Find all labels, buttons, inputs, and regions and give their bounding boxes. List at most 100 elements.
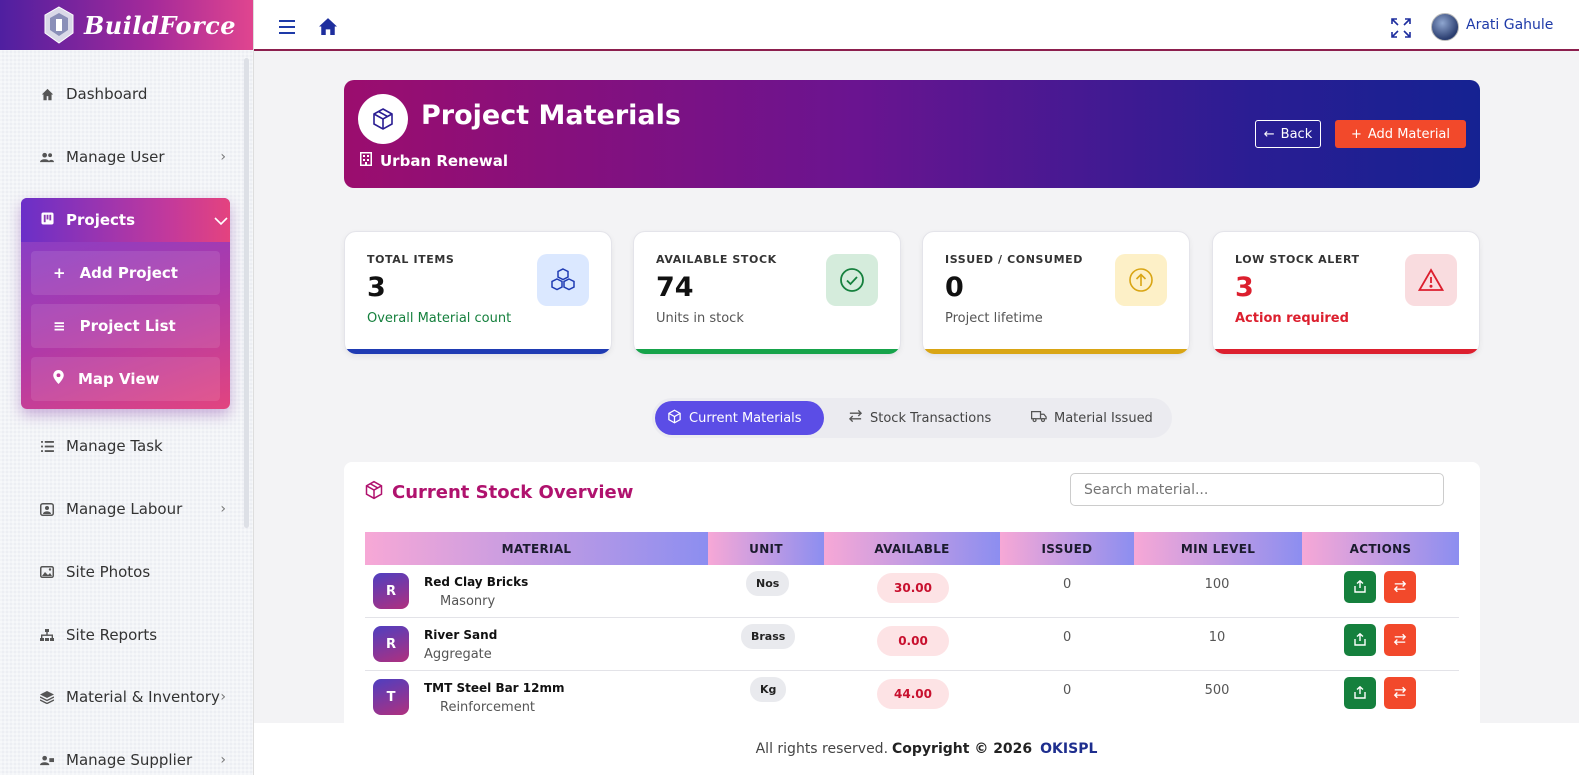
panel-title-text: Current Stock Overview [392, 482, 634, 503]
tab-stock-transactions[interactable]: Stock Transactions [836, 401, 1003, 435]
sidebar-item-label: Site Reports [66, 626, 158, 644]
stat-label: TOTAL ITEMS [367, 253, 455, 266]
stat-card-low-stock: LOW STOCK ALERT 3 Action required [1212, 231, 1480, 355]
sidebar-item-manage-supplier[interactable]: Manage Supplier › [40, 751, 230, 769]
table-row: T TMT Steel Bar 12mm Reinforcement Kg 44… [365, 671, 1459, 724]
brand-header[interactable]: BuildForce [0, 0, 253, 50]
sidebar-item-material-inventory[interactable]: Material & Inventory › [40, 688, 230, 706]
min-level-value: 10 [1208, 630, 1226, 645]
sidebar-subitem-map-view[interactable]: Map View [31, 357, 220, 401]
warning-icon [1405, 254, 1457, 306]
tab-label: Material Issued [1054, 410, 1153, 426]
col-header-issued[interactable]: ISSUED [1000, 532, 1134, 565]
chevron-right-icon: › [220, 752, 226, 768]
sidebar-item-site-photos[interactable]: Site Photos [40, 563, 230, 581]
transfer-button[interactable] [1384, 677, 1416, 709]
sidebar-item-label: Material & Inventory [66, 688, 220, 706]
tab-label: Stock Transactions [870, 410, 992, 426]
material-avatar: T [373, 679, 409, 715]
swap-icon [1393, 684, 1407, 703]
sidebar-item-manage-labour[interactable]: Manage Labour › [40, 500, 230, 518]
projects-menu-expanded: Projects + Add Project ≡ Project List Ma… [21, 198, 230, 409]
issue-button[interactable] [1344, 624, 1376, 656]
sidebar-item-label: Manage Labour [66, 500, 183, 518]
sidebar-item-projects[interactable]: Projects [21, 198, 230, 242]
sidebar-subitem-add-project[interactable]: + Add Project [31, 251, 220, 295]
check-circle-icon [826, 254, 878, 306]
col-header-material[interactable]: MATERIAL [365, 532, 708, 565]
sidebar-item-site-reports[interactable]: Site Reports [40, 626, 230, 644]
unit-badge: Nos [746, 571, 790, 596]
footer-copyright: Copyright © 2026 [892, 741, 1033, 757]
footer-text: All rights reserved. [755, 741, 889, 757]
stat-accent-bar [345, 349, 611, 354]
image-icon [40, 565, 54, 579]
col-header-min-level[interactable]: MIN LEVEL [1134, 532, 1302, 565]
issue-button[interactable] [1344, 677, 1376, 709]
sidebar-subitem-label: Add Project [79, 264, 178, 282]
transfer-button[interactable] [1384, 624, 1416, 656]
sidebar-item-dashboard[interactable]: Dashboard [40, 85, 230, 103]
sidebar-subitem-label: Project List [79, 317, 176, 335]
list-icon [40, 439, 54, 453]
material-avatar: R [373, 626, 409, 662]
material-category: Aggregate [424, 647, 492, 662]
table-header: MATERIAL UNIT AVAILABLE ISSUED MIN LEVEL… [365, 532, 1459, 565]
box-icon [364, 480, 384, 505]
sitemap-icon [40, 628, 54, 642]
issued-value: 0 [1063, 630, 1072, 645]
project-name: Urban Renewal [360, 152, 508, 170]
brand-name: BuildForce [84, 10, 237, 40]
col-header-unit[interactable]: UNIT [708, 532, 824, 565]
material-name: River Sand [424, 628, 498, 642]
stat-card-issued-consumed: ISSUED / CONSUMED 0 Project lifetime [922, 231, 1190, 355]
swap-icon [848, 409, 863, 427]
project-name-text: Urban Renewal [380, 152, 509, 170]
min-level-value: 500 [1204, 683, 1230, 698]
sidebar-subitem-project-list[interactable]: ≡ Project List [31, 304, 220, 348]
box-icon [667, 409, 682, 428]
stat-accent-bar [923, 349, 1189, 354]
stat-label: AVAILABLE STOCK [656, 253, 777, 266]
back-button[interactable]: ← Back [1255, 120, 1321, 148]
sidebar: BuildForce Dashboard Manage User › Proje… [0, 0, 254, 775]
transfer-button[interactable] [1384, 571, 1416, 603]
sidebar-item-manage-user[interactable]: Manage User › [40, 148, 230, 166]
issue-button[interactable] [1344, 571, 1376, 603]
material-category: Masonry [440, 594, 496, 609]
stock-panel: Current Stock Overview MATERIAL UNIT AVA… [344, 462, 1480, 724]
search-input[interactable] [1070, 473, 1444, 506]
truck-icon [1030, 410, 1047, 427]
home-icon[interactable] [319, 18, 337, 39]
arrow-left-icon: ← [1263, 126, 1275, 142]
col-header-actions[interactable]: ACTIONS [1302, 532, 1459, 565]
add-material-button[interactable]: + Add Material [1335, 120, 1466, 148]
sidebar-item-manage-task[interactable]: Manage Task [40, 437, 230, 455]
tab-label: Current Materials [689, 410, 802, 426]
tab-current-materials[interactable]: Current Materials [655, 401, 824, 435]
project-icon [41, 211, 54, 229]
fullscreen-icon[interactable] [1391, 18, 1411, 42]
sidebar-scrollbar[interactable] [244, 58, 249, 528]
stat-subtext: Action required [1235, 311, 1349, 326]
stat-value: 74 [656, 272, 694, 303]
badge-icon [40, 502, 54, 516]
available-badge: 30.00 [877, 573, 949, 603]
tab-material-issued[interactable]: Material Issued [1019, 401, 1165, 435]
chevron-right-icon: › [220, 689, 226, 705]
min-level-value: 100 [1204, 577, 1230, 592]
plus-icon: + [1350, 126, 1362, 142]
material-tabs: Current Materials Stock Transactions Mat… [652, 398, 1172, 438]
share-icon [1354, 578, 1366, 597]
arrow-up-circle-icon [1115, 254, 1167, 306]
col-header-available[interactable]: AVAILABLE [824, 532, 1000, 565]
stat-label: LOW STOCK ALERT [1235, 253, 1360, 266]
swap-icon [1393, 631, 1407, 650]
chevron-right-icon: › [220, 149, 226, 165]
footer-org-link[interactable]: OKISPL [1040, 741, 1097, 757]
user-name[interactable]: Arati Gahule [1466, 17, 1553, 33]
hamburger-menu-icon[interactable] [279, 20, 295, 34]
material-category: Reinforcement [440, 700, 536, 715]
avatar[interactable] [1431, 13, 1459, 41]
available-badge: 44.00 [877, 679, 949, 709]
